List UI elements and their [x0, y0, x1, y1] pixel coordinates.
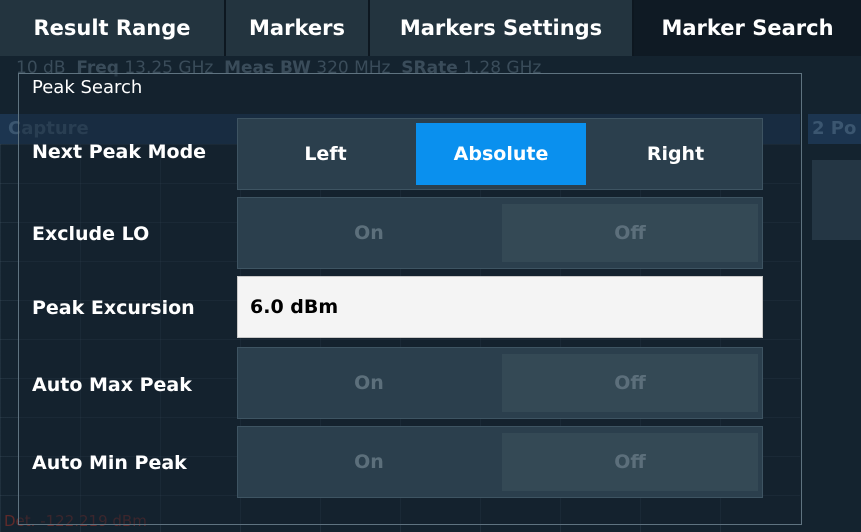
background-right-panel	[812, 160, 861, 240]
auto-max-peak-toggle: On Off	[237, 347, 763, 419]
peak-excursion-label: Peak Excursion	[32, 297, 195, 319]
next-peak-mode-selector: Left Absolute Right	[237, 118, 763, 190]
peak-search-group-title: Peak Search	[32, 77, 143, 98]
tab-markers[interactable]: Markers	[226, 0, 370, 56]
tab-marker-search[interactable]: Marker Search	[634, 0, 861, 56]
exclude-lo-label: Exclude LO	[32, 223, 150, 245]
tab-bar: Result Range Markers Markers Settings Ma…	[0, 0, 861, 56]
peak-excursion-input[interactable]: 6.0 dBm	[237, 276, 763, 338]
next-peak-mode-right-button[interactable]: Right	[589, 119, 762, 189]
auto-min-peak-toggle: On Off	[237, 426, 763, 498]
auto-min-peak-on-button[interactable]: On	[238, 427, 500, 497]
auto-max-peak-label: Auto Max Peak	[32, 374, 192, 396]
auto-max-peak-off-button[interactable]: Off	[502, 354, 758, 412]
auto-max-peak-on-button[interactable]: On	[238, 348, 500, 418]
next-peak-mode-absolute-button[interactable]: Absolute	[416, 123, 586, 185]
exclude-lo-on-button[interactable]: On	[238, 198, 500, 268]
next-peak-mode-left-button[interactable]: Left	[238, 119, 413, 189]
exclude-lo-off-button[interactable]: Off	[502, 204, 758, 262]
auto-min-peak-off-button[interactable]: Off	[502, 433, 758, 491]
tab-result-range[interactable]: Result Range	[0, 0, 226, 56]
tab-markers-settings[interactable]: Markers Settings	[370, 0, 634, 56]
auto-min-peak-label: Auto Min Peak	[32, 452, 187, 474]
exclude-lo-toggle: On Off	[237, 197, 763, 269]
background-panel2-label: 2 Po	[812, 118, 857, 139]
next-peak-mode-label: Next Peak Mode	[32, 141, 207, 163]
